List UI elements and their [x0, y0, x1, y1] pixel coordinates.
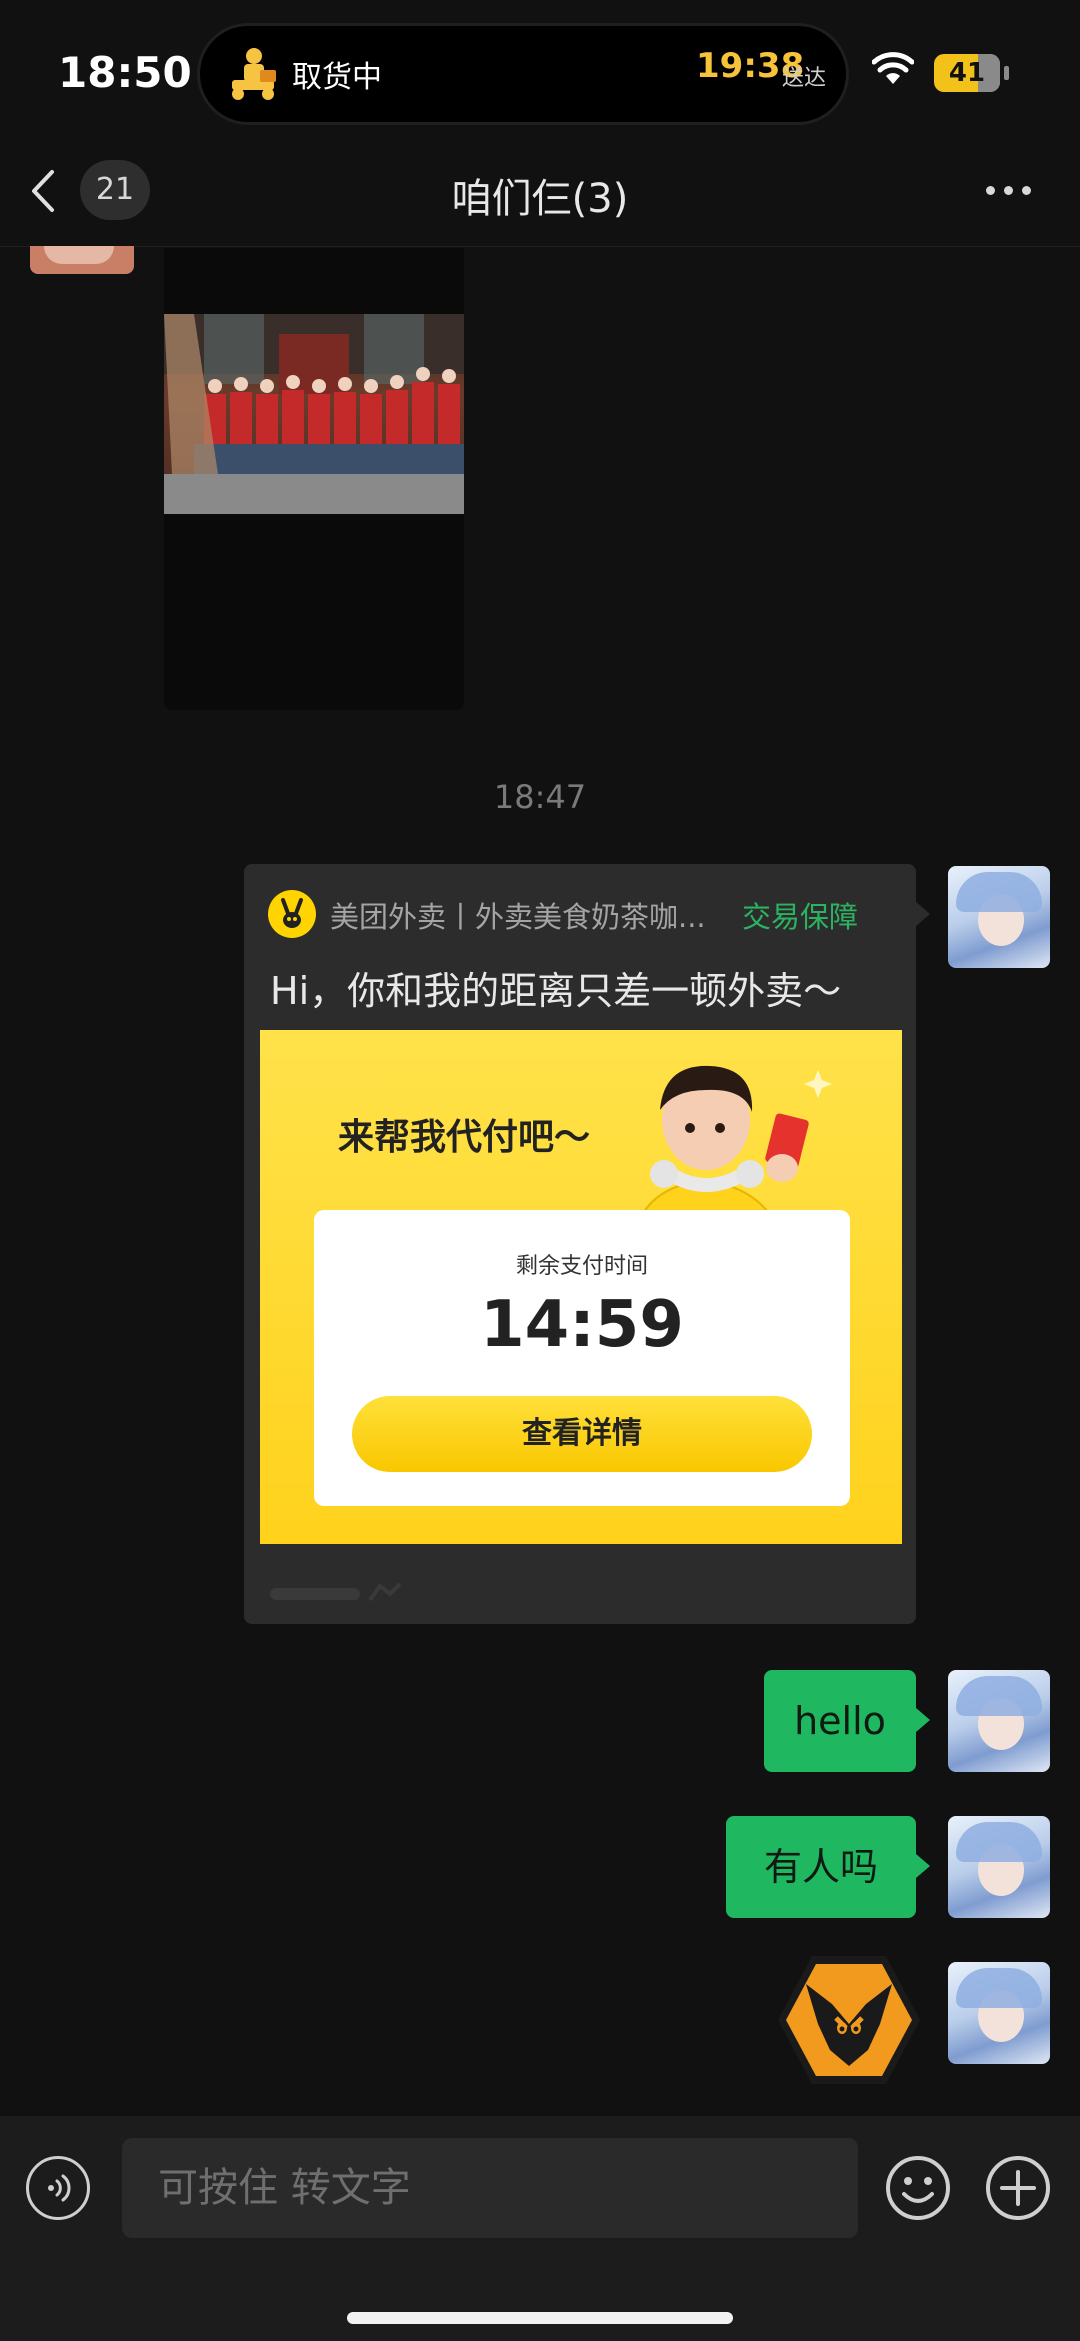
emoji-button[interactable] — [884, 2154, 952, 2222]
message-bubble[interactable]: 有人吗 — [726, 1816, 930, 1918]
delivery-eta-suffix: 送达 — [782, 66, 827, 91]
add-button[interactable] — [984, 2154, 1052, 2222]
delivery-status: 取货中 — [292, 60, 382, 95]
more-options-button[interactable] — [980, 170, 1040, 210]
mini-program-card[interactable]: 美团外卖丨外卖美食奶茶咖... 交易保障 Hi，你和我的距离只差一顿外卖～ 来帮… — [244, 864, 930, 1624]
timestamp-divider: 18:47 — [493, 778, 587, 816]
trade-guarantee-badge: 交易保障 — [742, 900, 859, 934]
wolf-head-sticker[interactable] — [776, 1954, 922, 2086]
emoji-icon — [886, 2156, 950, 2220]
card-message-text: Hi，你和我的距离只差一顿外卖～ — [270, 969, 842, 1013]
countdown-label: 剩余支付时间 — [515, 1254, 648, 1279]
message-bubble[interactable]: hello — [764, 1670, 930, 1772]
meituan-logo-icon — [268, 890, 316, 938]
voice-icon — [48, 2174, 71, 2202]
nav-divider — [0, 246, 1080, 247]
self-avatar[interactable] — [948, 1670, 1050, 1772]
courier-icon — [232, 48, 276, 100]
sender-avatar[interactable] — [30, 246, 134, 274]
battery-indicator: 41 — [934, 54, 1000, 92]
delivery-live-activity[interactable]: 取货中 19:38 送达 — [200, 26, 846, 122]
group-photo — [164, 314, 464, 514]
payment-countdown: 14:59 — [480, 1288, 684, 1362]
self-avatar[interactable] — [948, 1816, 1050, 1918]
battery-cap — [1004, 66, 1009, 80]
home-indicator — [347, 2312, 733, 2324]
plus-icon — [986, 2156, 1050, 2220]
self-avatar[interactable] — [948, 1962, 1050, 2064]
status-time: 18:50 — [58, 48, 192, 97]
image-message[interactable] — [164, 248, 464, 710]
message-input[interactable] — [122, 2138, 858, 2238]
payment-panel: 剩余支付时间 14:59 查看详情 — [314, 1210, 850, 1506]
more-horizontal-icon — [986, 186, 995, 195]
banner-heading: 来帮我代付吧～ — [338, 1117, 591, 1158]
mini-program-footer-icon — [270, 1582, 402, 1602]
view-details-button[interactable]: 查看详情 — [352, 1396, 812, 1472]
mini-program-name: 美团外卖丨外卖美食奶茶咖... — [330, 900, 706, 934]
input-bar — [0, 2116, 1080, 2341]
voice-button[interactable] — [26, 2156, 90, 2220]
pay-for-me-banner[interactable]: 来帮我代付吧～ 剩余支付时间 14:59 查看详情 — [260, 1030, 902, 1544]
self-avatar[interactable] — [948, 866, 1050, 968]
chat-title: 咱们仨(3) — [451, 176, 629, 222]
wifi-icon — [872, 52, 914, 84]
battery-level: 41 — [948, 58, 986, 88]
